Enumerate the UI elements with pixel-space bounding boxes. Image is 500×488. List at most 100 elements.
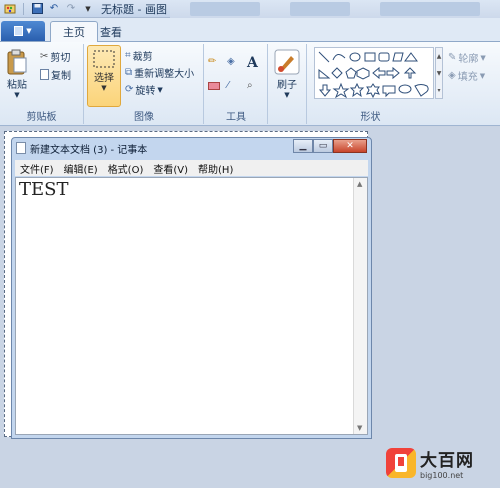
title-bar-background: [170, 0, 500, 18]
rotate-button[interactable]: ⟳ 旋转 ▼: [125, 82, 163, 97]
resize-button[interactable]: ⧉ 重新调整大小: [125, 65, 194, 80]
tools-group-label: 工具: [226, 112, 246, 123]
magnifier-icon: ⌕: [247, 80, 253, 91]
fill-tool[interactable]: ◈: [227, 56, 235, 67]
close-button[interactable]: ✕: [333, 139, 367, 153]
cut-label: 剪切: [50, 53, 71, 64]
magnifier-tool[interactable]: ⌕: [247, 80, 253, 91]
crop-button[interactable]: ⌗ 裁剪: [125, 48, 153, 63]
tab-view[interactable]: 查看: [88, 21, 134, 42]
menu-format[interactable]: 格式(O): [103, 161, 149, 176]
text-icon: A: [247, 55, 258, 71]
shapes-group-label: 形状: [360, 112, 381, 123]
watermark-url: big100.net: [420, 471, 464, 480]
shapes-gallery-scrollbar[interactable]: ▲ ▼ ▾: [435, 47, 443, 99]
select-button[interactable]: 选择 ▼: [87, 45, 121, 107]
clipboard-group: 粘贴 ▼ ✂ 剪切 复制 剪贴板: [0, 44, 84, 124]
pencil-tool[interactable]: ✏: [208, 56, 216, 67]
select-label: 选择: [94, 73, 114, 84]
cut-icon: ✂: [40, 51, 49, 62]
image-group: 选择 ▼ ⌗ 裁剪 ⧉ 重新调整大小 ⟳ 旋转 ▼ 图像: [85, 44, 204, 124]
rotate-label: 旋转: [135, 86, 156, 97]
color-picker-tool[interactable]: ⁄: [227, 80, 229, 91]
clipboard-group-label: 剪贴板: [26, 112, 57, 123]
outline-label: 轮廓: [458, 54, 479, 65]
menu-view[interactable]: 查看(V): [148, 161, 193, 176]
shapes-icons: [318, 51, 429, 99]
customize-qat-icon[interactable]: ▼: [81, 2, 95, 16]
resize-icon: ⧉: [125, 67, 133, 78]
quick-access-toolbar: ↶ ↷ ▼: [0, 2, 95, 16]
paint-app-icon[interactable]: [3, 2, 17, 16]
paste-label: 粘贴: [7, 80, 27, 91]
pencil-icon: ✏: [208, 56, 217, 67]
title-bar: ↶ ↷ ▼ 无标题 - 画图: [0, 0, 500, 18]
menu-file[interactable]: 文件(F): [15, 161, 59, 176]
scroll-down-icon[interactable]: ▼: [357, 424, 362, 432]
menu-help[interactable]: 帮助(H): [193, 161, 238, 176]
file-menu-button[interactable]: ▼: [1, 21, 45, 41]
notepad-icon: [16, 142, 26, 154]
brushes-group: 刷子 ▼: [269, 44, 307, 124]
paste-button[interactable]: 粘贴 ▼: [6, 48, 28, 99]
chevron-down-icon: ▼: [480, 53, 486, 62]
copy-button[interactable]: 复制: [40, 67, 71, 82]
notepad-title: 新建文本文档 (3) - 记事本: [30, 144, 148, 156]
separator: [23, 2, 24, 15]
scroll-arrows: ▲ ▼ ▾: [436, 53, 442, 94]
select-icon: [93, 50, 115, 68]
fill-label: 填充: [457, 72, 478, 83]
maximize-button[interactable]: ▭: [313, 139, 333, 153]
resize-label: 重新调整大小: [134, 69, 195, 80]
minimize-button[interactable]: ▁: [293, 139, 313, 153]
text-tool[interactable]: A: [247, 55, 258, 71]
watermark-text: 大百网 big100.net: [420, 446, 474, 480]
brushes-label: 刷子: [277, 80, 297, 91]
menu-edit[interactable]: 编辑(E): [59, 161, 103, 176]
outline-button[interactable]: ✎ 轮廓 ▼: [448, 50, 486, 65]
chevron-down-icon: ▼: [157, 85, 163, 94]
chevron-down-icon: ▼: [101, 84, 107, 92]
chevron-down-icon: ▼: [284, 91, 290, 99]
shapes-gallery[interactable]: [314, 47, 434, 99]
brush-icon: [274, 49, 300, 75]
rotate-icon: ⟳: [125, 84, 134, 95]
window-title: 无标题 - 画图: [101, 2, 167, 16]
watermark-logo-icon: [386, 448, 416, 478]
cut-button[interactable]: ✂ 剪切: [40, 49, 70, 64]
crop-icon: ⌗: [125, 50, 131, 61]
chevron-down-icon: ▼: [479, 71, 486, 80]
outline-icon: ✎: [448, 52, 457, 63]
watermark-name: 大百网: [420, 451, 474, 471]
notepad-content: TEST: [19, 179, 69, 200]
paste-icon: [7, 49, 27, 75]
canvas-area[interactable]: 新建文本文档 (3) - 记事本 ▁ ▭ ✕ 文件(F) 编辑(E) 格式(O)…: [0, 127, 500, 488]
tools-group: ✏ ◈ A ⁄ ⌕ 工具: [205, 44, 268, 124]
scroll-up-icon[interactable]: ▲: [357, 180, 362, 188]
color-picker-icon: ⁄: [227, 80, 229, 91]
eraser-tool[interactable]: [208, 82, 220, 90]
chevron-down-icon: ▼: [14, 91, 20, 99]
watermark: 大百网 big100.net: [386, 440, 496, 486]
ribbon-tabs: ▼ 主页 查看: [0, 18, 500, 42]
redo-icon[interactable]: ↷: [64, 2, 78, 16]
notepad-menu-bar: 文件(F) 编辑(E) 格式(O) 查看(V) 帮助(H): [15, 160, 368, 176]
undo-icon[interactable]: ↶: [47, 2, 61, 16]
shapes-group: ▲ ▼ ▾ ✎ 轮廓 ▼ ◈ 填充 ▼ 形状: [308, 44, 500, 124]
pasted-image[interactable]: 新建文本文档 (3) - 记事本 ▁ ▭ ✕ 文件(F) 编辑(E) 格式(O)…: [4, 131, 372, 439]
fill-button[interactable]: ◈ 填充 ▼: [448, 68, 485, 83]
save-icon[interactable]: [30, 2, 44, 16]
window-controls: ▁ ▭ ✕: [293, 139, 367, 153]
fill-icon: ◈: [227, 56, 235, 67]
notepad-text-area[interactable]: TEST ▲ ▼: [15, 177, 368, 435]
vertical-scrollbar[interactable]: ▲ ▼: [353, 178, 367, 434]
chevron-down-icon: ▼: [26, 27, 32, 35]
fill-shape-icon: ◈: [448, 70, 456, 81]
brushes-button[interactable]: 刷子 ▼: [273, 48, 301, 99]
crop-label: 裁剪: [132, 52, 153, 63]
image-group-label: 图像: [134, 112, 154, 123]
copy-icon: [40, 69, 49, 80]
notepad-window: 新建文本文档 (3) - 记事本 ▁ ▭ ✕ 文件(F) 编辑(E) 格式(O)…: [11, 137, 372, 439]
eraser-icon: [208, 82, 220, 90]
ribbon: 粘贴 ▼ ✂ 剪切 复制 剪贴板 选择 ▼ ⌗ 裁剪 ⧉ 重新调整大小 ⟳ 旋转: [0, 42, 500, 126]
